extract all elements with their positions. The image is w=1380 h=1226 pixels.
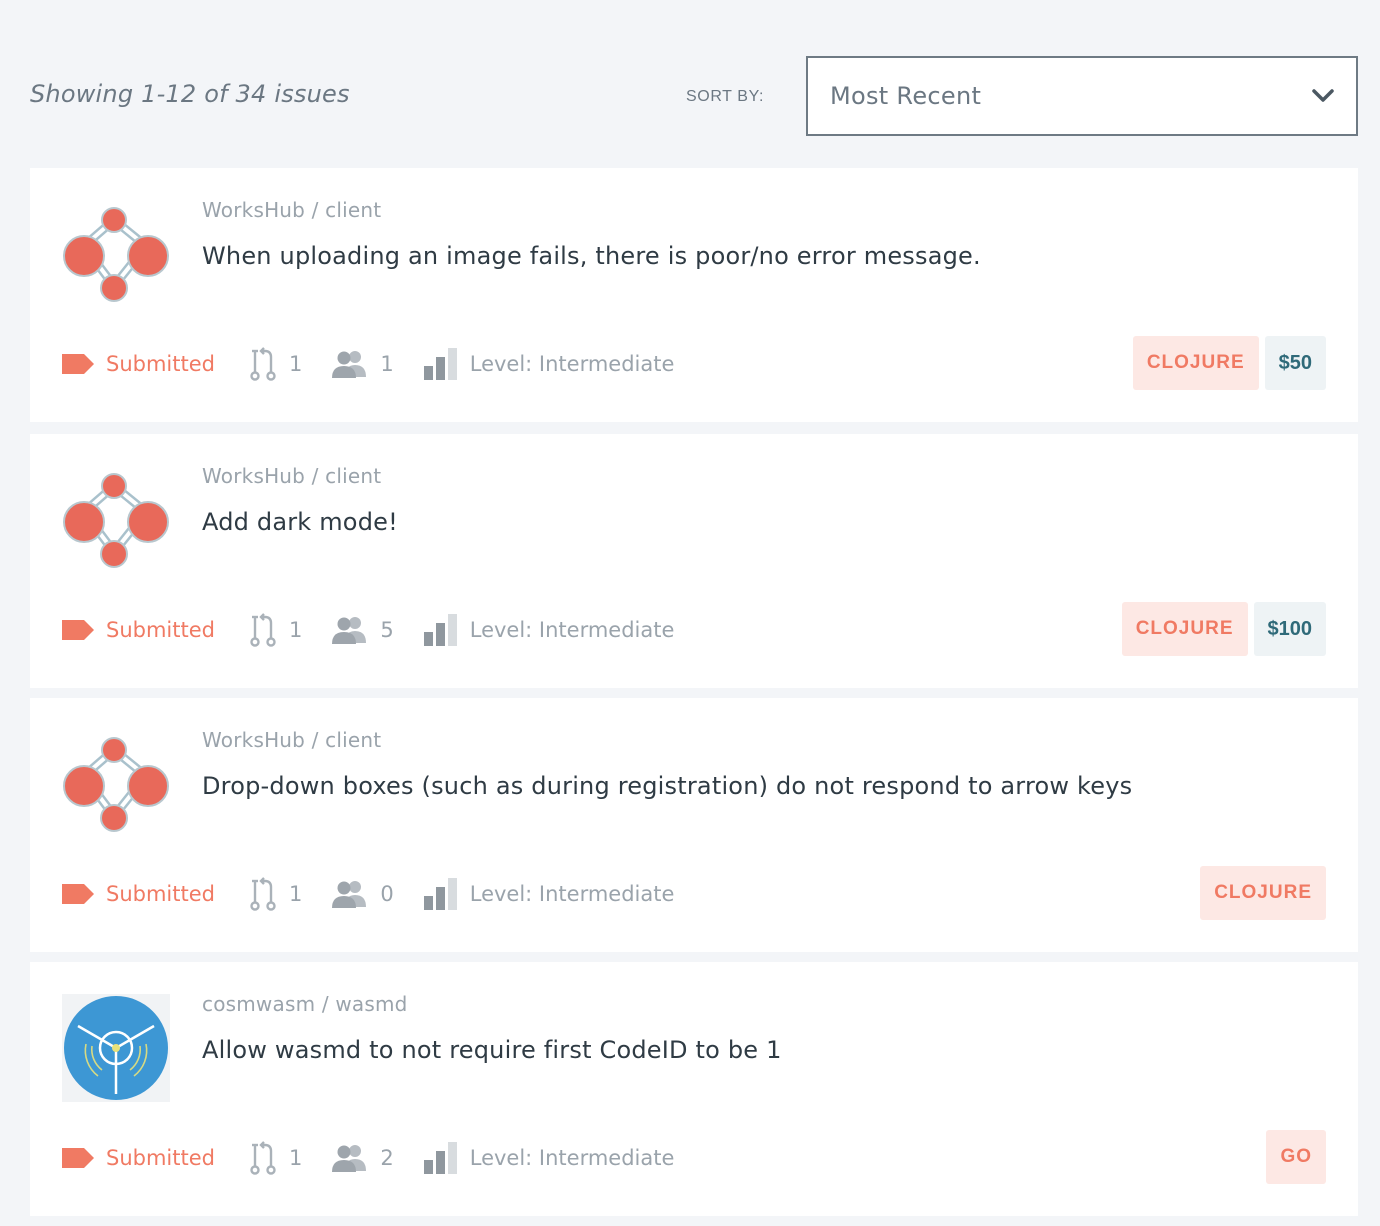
- language-tag[interactable]: GO: [1266, 1130, 1326, 1184]
- pull-requests: 1: [249, 613, 302, 647]
- issue-tags: CLOJURE $100: [1121, 602, 1326, 656]
- status: Submitted: [62, 1146, 215, 1170]
- repo-path: cosmwasm / wasmd: [202, 992, 408, 1016]
- issue-card[interactable]: WorksHub / client Add dark mode! Submitt…: [30, 434, 1358, 688]
- repo-name-link[interactable]: client: [325, 198, 381, 222]
- repo-path: WorksHub / client: [202, 464, 381, 488]
- pull-request-count: 1: [288, 352, 303, 376]
- issue-tags: GO: [1266, 1130, 1326, 1184]
- reward-badge: $50: [1264, 336, 1326, 390]
- contributors: 5: [332, 615, 394, 645]
- sort-select[interactable]: Most Recent: [806, 56, 1358, 136]
- issue-title[interactable]: Allow wasmd to not require first CodeID …: [202, 1036, 782, 1064]
- contributor-count: 2: [380, 1146, 394, 1170]
- level: Level: Intermediate: [423, 878, 675, 910]
- issue-title[interactable]: When uploading an image fails, there is …: [202, 242, 981, 270]
- pull-request-icon: [249, 613, 289, 647]
- repo-path: WorksHub / client: [202, 728, 381, 752]
- people-icon: [332, 349, 380, 379]
- level-label: Level: Intermediate: [469, 882, 675, 906]
- repo-name-link[interactable]: client: [325, 464, 381, 488]
- issue-title[interactable]: Add dark mode!: [202, 508, 398, 536]
- level-bars-icon: [423, 878, 470, 910]
- workshub-logo: [62, 466, 170, 574]
- issue-card[interactable]: cosmwasm / wasmd Allow wasmd to not requ…: [30, 962, 1358, 1216]
- status-label: Submitted: [106, 352, 215, 376]
- level-label: Level: Intermediate: [469, 352, 675, 376]
- repo-name-link[interactable]: client: [325, 728, 381, 752]
- level-bars-icon: [423, 348, 470, 380]
- contributors: 1: [332, 349, 394, 379]
- level: Level: Intermediate: [423, 348, 675, 380]
- level: Level: Intermediate: [423, 1142, 675, 1174]
- sort-select-value: Most Recent: [830, 82, 982, 110]
- level-bars-icon: [423, 614, 470, 646]
- status-label: Submitted: [106, 618, 215, 642]
- repo-owner-link[interactable]: WorksHub: [202, 728, 305, 752]
- pull-request-icon: [249, 1141, 289, 1175]
- issue-tags: CLOJURE $50: [1132, 336, 1326, 390]
- contributor-count: 1: [380, 352, 394, 376]
- repo-name-link[interactable]: wasmd: [335, 992, 407, 1016]
- contributor-count: 0: [380, 882, 394, 906]
- pull-request-count: 1: [288, 1146, 303, 1170]
- language-tag[interactable]: CLOJURE: [1121, 602, 1248, 656]
- repo-path: WorksHub / client: [202, 198, 381, 222]
- issue-title[interactable]: Drop-down boxes (such as during registra…: [202, 772, 1132, 800]
- cosmwasm-logo: [62, 994, 170, 1102]
- contributor-count: 5: [380, 618, 394, 642]
- pull-request-icon: [249, 347, 289, 381]
- pull-request-icon: [249, 877, 289, 911]
- level-label: Level: Intermediate: [469, 1146, 675, 1170]
- repo-separator: /: [305, 198, 326, 222]
- issue-tags: CLOJURE: [1200, 866, 1326, 920]
- pull-request-count: 1: [288, 882, 303, 906]
- workshub-logo: [62, 730, 170, 838]
- tag-icon: [62, 1148, 106, 1168]
- pull-request-count: 1: [288, 618, 303, 642]
- status: Submitted: [62, 882, 215, 906]
- tag-icon: [62, 620, 106, 640]
- people-icon: [332, 615, 380, 645]
- issues-page: Showing 1-12 of 34 issues SORT BY: Most …: [0, 0, 1380, 1226]
- sort-label: SORT BY:: [686, 88, 765, 105]
- repo-separator: /: [315, 992, 336, 1016]
- status: Submitted: [62, 618, 215, 642]
- repo-owner-link[interactable]: WorksHub: [202, 464, 305, 488]
- reward-badge: $100: [1253, 602, 1326, 656]
- pull-requests: 1: [249, 877, 302, 911]
- workshub-logo: [62, 200, 170, 308]
- status-label: Submitted: [106, 882, 215, 906]
- contributors: 0: [332, 879, 394, 909]
- issue-meta: Submitted 1 1 Level: Intermediate: [62, 344, 704, 384]
- issue-card[interactable]: WorksHub / client Drop-down boxes (such …: [30, 698, 1358, 952]
- level-label: Level: Intermediate: [469, 618, 675, 642]
- issue-card[interactable]: WorksHub / client When uploading an imag…: [30, 168, 1358, 422]
- people-icon: [332, 1143, 380, 1173]
- pull-requests: 1: [249, 347, 302, 381]
- issue-meta: Submitted 1 2 Level: Intermediate: [62, 1138, 704, 1178]
- chevron-down-icon: [1312, 85, 1334, 107]
- issue-meta: Submitted 1 0 Level: Intermediate: [62, 874, 704, 914]
- repo-owner-link[interactable]: cosmwasm: [202, 992, 315, 1016]
- issue-meta: Submitted 1 5 Level: Intermediate: [62, 610, 704, 650]
- repo-separator: /: [305, 728, 326, 752]
- repo-owner-link[interactable]: WorksHub: [202, 198, 305, 222]
- level-bars-icon: [423, 1142, 470, 1174]
- language-tag[interactable]: CLOJURE: [1200, 866, 1326, 920]
- level: Level: Intermediate: [423, 614, 675, 646]
- language-tag[interactable]: CLOJURE: [1132, 336, 1259, 390]
- results-summary: Showing 1-12 of 34 issues: [30, 80, 350, 108]
- people-icon: [332, 879, 380, 909]
- tag-icon: [62, 884, 106, 904]
- status-label: Submitted: [106, 1146, 215, 1170]
- repo-separator: /: [305, 464, 326, 488]
- pull-requests: 1: [249, 1141, 302, 1175]
- tag-icon: [62, 354, 106, 374]
- status: Submitted: [62, 352, 215, 376]
- contributors: 2: [332, 1143, 394, 1173]
